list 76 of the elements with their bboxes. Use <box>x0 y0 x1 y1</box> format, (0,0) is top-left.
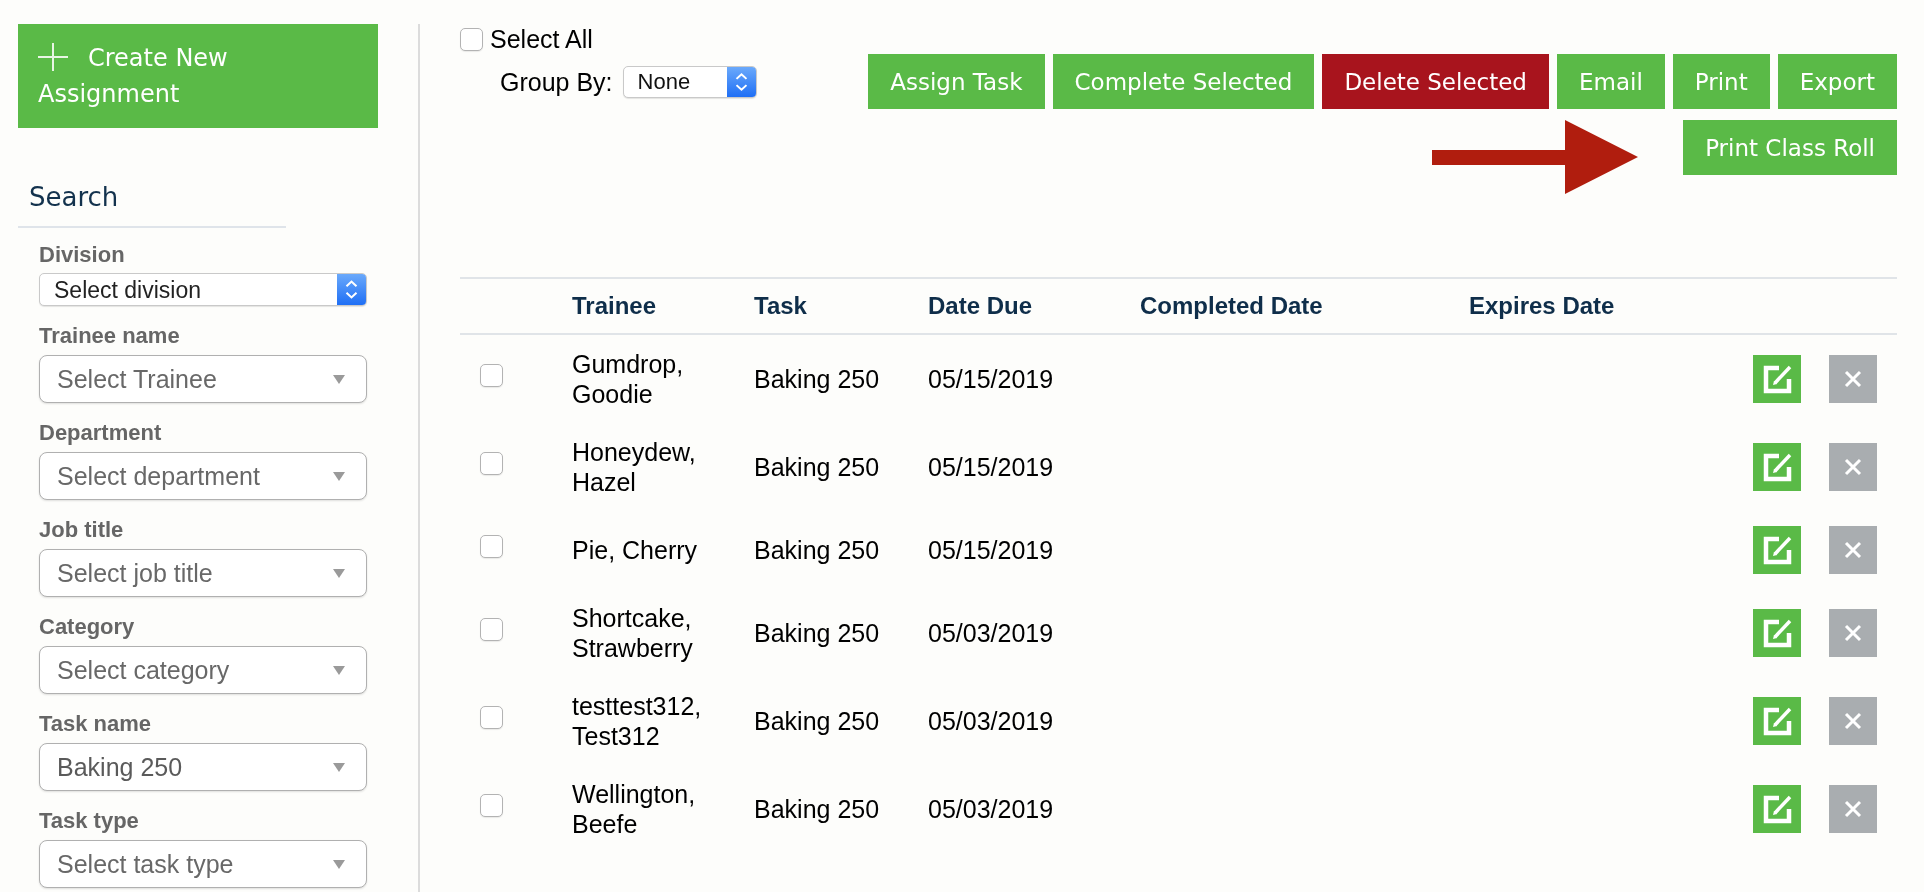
delete-button[interactable] <box>1829 526 1877 574</box>
group-by-select[interactable]: None <box>622 66 757 98</box>
division-select[interactable]: Select division <box>39 273 367 306</box>
column-header: Task <box>754 292 808 320</box>
date-due-cell: 05/03/2019 <box>928 706 1054 735</box>
date-due-cell: 05/03/2019 <box>928 618 1054 647</box>
task-cell: Baking 250 <box>754 618 880 647</box>
filter-label: Task name <box>39 711 153 737</box>
date-due-cell: 05/15/2019 <box>928 452 1054 481</box>
dropdown-field[interactable]: Baking 250 <box>39 743 367 791</box>
close-icon <box>1844 624 1862 642</box>
up-down-chevron-icon <box>337 274 366 305</box>
dropdown-field[interactable]: Select task type <box>39 840 367 888</box>
filter-label: Category <box>39 614 136 640</box>
edit-button[interactable] <box>1753 443 1801 491</box>
trainee-cell-text: Pie, Cherry <box>572 535 699 565</box>
caret-icon <box>333 471 345 481</box>
dropdown-field[interactable]: Select category <box>39 646 367 694</box>
edit-button[interactable] <box>1753 355 1801 403</box>
delete-button[interactable] <box>1829 785 1877 833</box>
task-cell: Baking 250 <box>754 535 880 564</box>
filter-label: Trainee name <box>39 323 181 349</box>
up-down-chevron-icon <box>726 67 756 97</box>
edit-button[interactable] <box>1753 785 1801 833</box>
trainee-cell-text: Gumdrop, Goodie <box>572 349 685 409</box>
trainee-cell-text: Wellington, Beefe <box>572 779 697 839</box>
task-cell: Baking 250 <box>754 794 880 823</box>
date-due-cell: 05/03/2019 <box>928 794 1054 823</box>
plus-icon <box>38 43 68 71</box>
delete-button[interactable] <box>1829 609 1877 657</box>
delete-button[interactable] <box>1829 355 1877 403</box>
dropdown-field[interactable]: Select job title <box>39 549 367 597</box>
filter-label: Department <box>39 420 163 446</box>
group-by-label: Group By: <box>500 67 613 97</box>
date-due-cell: 05/15/2019 <box>928 364 1054 393</box>
task-cell: Baking 250 <box>754 364 880 393</box>
close-icon <box>1844 712 1862 730</box>
column-header: Trainee <box>572 292 658 320</box>
caret-icon <box>333 665 345 675</box>
checkbox[interactable] <box>480 535 503 558</box>
close-icon <box>1844 541 1862 559</box>
close-icon <box>1844 800 1862 818</box>
column-header: Date Due <box>928 292 1034 320</box>
filter-label: Task type <box>39 808 140 834</box>
checkbox[interactable] <box>480 706 503 729</box>
checkbox[interactable] <box>460 27 483 51</box>
checkbox[interactable] <box>480 618 503 641</box>
delete-button[interactable] <box>1829 697 1877 745</box>
task-cell: Baking 250 <box>754 452 880 481</box>
trainee-cell-text: Honeydew, Hazel <box>572 437 697 497</box>
close-icon <box>1844 370 1862 388</box>
date-due-cell: 05/15/2019 <box>928 535 1054 564</box>
toolbar-button[interactable]: Delete Selected <box>1322 54 1549 109</box>
close-icon <box>1844 458 1862 476</box>
caret-icon <box>333 568 345 578</box>
checkbox[interactable] <box>480 364 503 387</box>
trainee-cell-text: Shortcake, Strawberry <box>572 603 694 663</box>
column-header: Expires Date <box>1469 292 1616 320</box>
dropdown-field[interactable]: Select department <box>39 452 367 500</box>
task-cell: Baking 250 <box>754 706 880 735</box>
edit-button[interactable] <box>1753 526 1801 574</box>
column-header: Completed Date <box>1140 292 1324 320</box>
caret-icon <box>333 859 345 869</box>
checkbox[interactable] <box>480 452 503 475</box>
select-all-label[interactable]: Select All <box>490 24 593 54</box>
edit-button[interactable] <box>1753 697 1801 745</box>
delete-button[interactable] <box>1829 443 1877 491</box>
search-heading: Search <box>29 181 120 214</box>
caret-icon <box>333 374 345 384</box>
dropdown-field[interactable]: Select Trainee <box>39 355 367 403</box>
filter-label: Division <box>39 242 126 268</box>
trainee-cell-text: testtest312, Test312 <box>572 691 703 751</box>
filter-label: Job title <box>39 517 125 543</box>
caret-icon <box>333 762 345 772</box>
checkbox[interactable] <box>480 794 503 817</box>
edit-button[interactable] <box>1753 609 1801 657</box>
